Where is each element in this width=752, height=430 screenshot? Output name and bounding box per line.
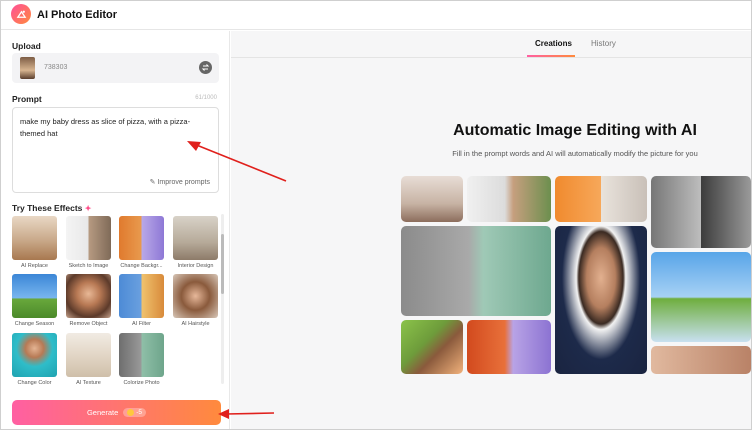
uploaded-file-name: 738303 xyxy=(44,64,68,71)
app-title: AI Photo Editor xyxy=(37,9,118,21)
effect-thumbnail xyxy=(119,216,164,260)
effects-section-title: Try These Effects ✦ xyxy=(12,203,91,213)
credit-cost-badge: -5 xyxy=(123,408,147,417)
upload-label: Upload xyxy=(12,41,41,51)
effect-change-background[interactable]: Change Backgr... xyxy=(119,216,164,269)
uploaded-image-thumbnail xyxy=(20,57,35,79)
effect-thumbnail xyxy=(12,274,57,318)
tab-history[interactable]: History xyxy=(591,39,616,48)
hero-subtitle: Fill in the prompt words and AI will aut… xyxy=(452,149,698,158)
example-image-shirt xyxy=(555,176,647,222)
example-image-sneaker xyxy=(467,320,551,374)
effect-thumbnail xyxy=(173,216,218,260)
example-image-house xyxy=(467,176,551,222)
effects-grid: AI Replace Sketch to Image Change Backgr… xyxy=(12,216,222,388)
effects-label: Try These Effects xyxy=(12,203,83,213)
effect-label: Remove Object xyxy=(69,321,108,327)
editor-panel: Upload 738303 Prompt 61/1000 make my bab… xyxy=(1,31,230,429)
effect-colorize-photo[interactable]: Colorize Photo xyxy=(119,333,164,386)
effect-label: AI Filter xyxy=(132,321,151,327)
swap-icon xyxy=(201,64,210,71)
top-bar: AI Photo Editor xyxy=(1,1,751,30)
example-image-seasons-tree xyxy=(651,252,751,342)
effect-thumbnail xyxy=(119,333,164,377)
generate-label: Generate xyxy=(86,408,119,417)
effect-label: AI Texture xyxy=(76,380,101,386)
example-collage xyxy=(401,176,751,406)
effect-label: AI Hairstyle xyxy=(181,321,210,327)
prompt-text: make my baby dress as slice of pizza, wi… xyxy=(20,117,191,138)
effect-label: Change Backgr... xyxy=(120,263,163,269)
effect-thumbnail xyxy=(66,274,111,318)
effect-ai-texture[interactable]: AI Texture xyxy=(66,333,111,386)
prompt-char-counter: 61/1000 xyxy=(195,95,217,101)
effect-label: Change Color xyxy=(17,380,52,386)
hero-title: Automatic Image Editing with AI xyxy=(453,122,697,139)
magic-wand-icon: ✎ xyxy=(149,179,156,186)
improve-prompts-button[interactable]: ✎ Improve prompts xyxy=(150,178,210,186)
effect-sketch-to-image[interactable]: Sketch to Image xyxy=(66,216,111,269)
effect-ai-replace[interactable]: AI Replace xyxy=(12,216,57,269)
effect-thumbnail xyxy=(12,216,57,260)
effect-change-season[interactable]: Change Season xyxy=(12,274,57,327)
effect-ai-hairstyle[interactable]: AI Hairstyle xyxy=(173,274,218,327)
effect-label: Sketch to Image xyxy=(68,263,109,269)
replace-image-button[interactable] xyxy=(199,61,212,74)
prompt-label: Prompt xyxy=(12,94,42,104)
example-image-businessman xyxy=(555,226,647,374)
example-image-face xyxy=(651,346,751,374)
effect-thumbnail xyxy=(173,274,218,318)
active-tab-indicator xyxy=(527,55,575,57)
effect-change-color[interactable]: Change Color xyxy=(12,333,57,386)
example-image-portrait-bw xyxy=(651,176,751,248)
tabs-bar: Creations History xyxy=(231,31,751,58)
scrollbar-thumb[interactable] xyxy=(221,234,224,294)
effect-remove-object[interactable]: Remove Object xyxy=(66,274,111,327)
prompt-textarea[interactable]: make my baby dress as slice of pizza, wi… xyxy=(12,107,219,193)
effect-interior-design[interactable]: Interior Design xyxy=(173,216,218,269)
example-image-vintage-car xyxy=(401,226,551,316)
effect-ai-filter[interactable]: AI Filter xyxy=(119,274,164,327)
effect-label: Interior Design xyxy=(177,263,214,269)
generate-button[interactable]: Generate -5 xyxy=(12,400,221,425)
coin-icon xyxy=(127,409,135,416)
effect-thumbnail xyxy=(119,274,164,318)
example-image-cartoon-couple xyxy=(401,320,463,374)
effect-thumbnail xyxy=(66,216,111,260)
upload-box[interactable]: 738303 xyxy=(12,53,219,83)
effect-thumbnail xyxy=(12,333,57,377)
credit-cost: -5 xyxy=(136,409,143,416)
effect-label: AI Replace xyxy=(21,263,48,269)
tab-creations[interactable]: Creations xyxy=(535,39,572,48)
effect-label: Colorize Photo xyxy=(123,380,160,386)
improve-prompts-label: Improve prompts xyxy=(157,179,210,186)
effect-thumbnail xyxy=(66,333,111,377)
effects-scrollbar[interactable] xyxy=(221,214,224,384)
app-window: AI Photo Editor Upload 738303 Prompt 61/… xyxy=(0,0,752,430)
effect-label: Change Season xyxy=(14,321,55,327)
example-image-bedroom xyxy=(401,176,463,222)
sparkle-icon: ✦ xyxy=(84,204,92,213)
preview-panel: Creations History Automatic Image Editin… xyxy=(231,31,751,429)
app-logo-icon xyxy=(11,4,31,24)
